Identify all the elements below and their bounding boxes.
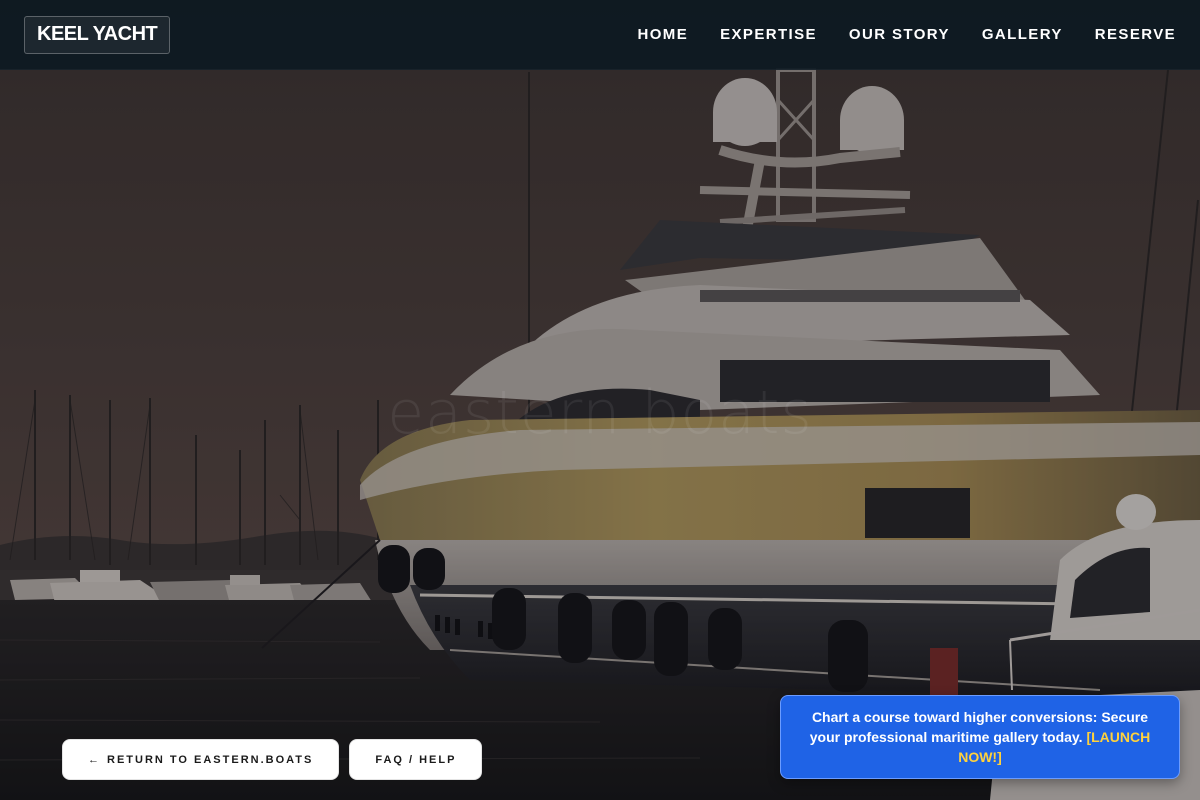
site-header: KEEL YACHT HOME EXPERTISE OUR STORY GALL… — [0, 0, 1200, 70]
main-nav: HOME EXPERTISE OUR STORY GALLERY RESERVE — [638, 26, 1177, 43]
yacht-marina-photo — [0, 0, 1200, 800]
nav-expertise[interactable]: EXPERTISE — [720, 26, 817, 43]
footer-action-buttons: ← RETURN TO EASTERN.BOATS FAQ / HELP — [62, 739, 483, 780]
return-to-eastern-boats-button[interactable]: ← RETURN TO EASTERN.BOATS — [62, 739, 340, 780]
site-logo[interactable]: KEEL YACHT — [24, 15, 171, 54]
promo-message: Chart a course toward higher conversions… — [805, 707, 1155, 767]
faq-button-label: FAQ / HELP — [375, 753, 457, 766]
promo-banner[interactable]: Chart a course toward higher conversions… — [780, 695, 1180, 779]
faq-help-button[interactable]: FAQ / HELP — [349, 739, 483, 780]
nav-home[interactable]: HOME — [638, 26, 689, 43]
nav-reserve[interactable]: RESERVE — [1095, 26, 1176, 43]
arrow-left-icon: ← — [88, 753, 101, 766]
nav-gallery[interactable]: GALLERY — [982, 26, 1063, 43]
nav-our-story[interactable]: OUR STORY — [849, 26, 950, 43]
hero-image: eastern boats — [0, 0, 1200, 800]
return-button-label: RETURN TO EASTERN.BOATS — [107, 753, 314, 766]
